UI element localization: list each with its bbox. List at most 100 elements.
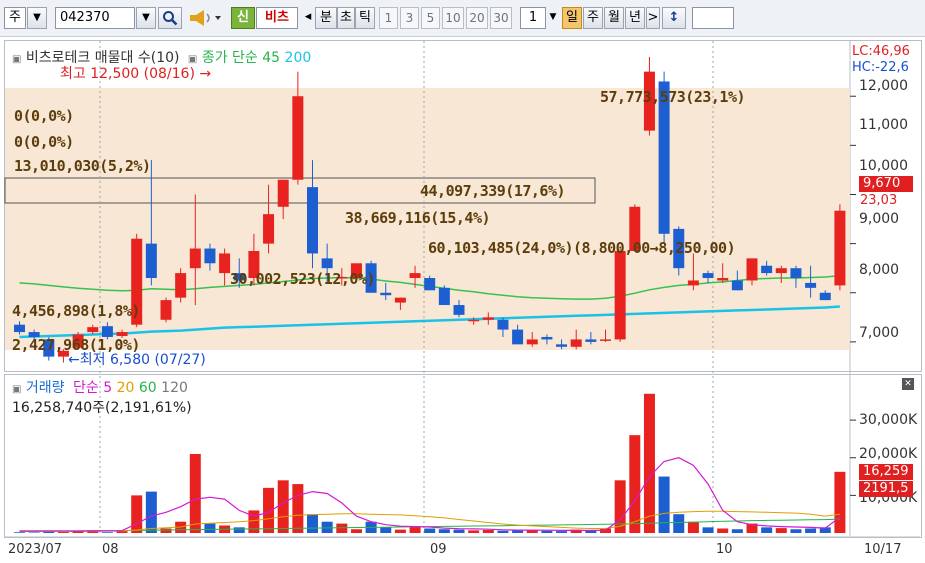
legend-square-icon: ▣: [12, 384, 22, 395]
candle-body: [834, 210, 846, 286]
volume-bar: [438, 529, 450, 533]
candle-body: [292, 96, 304, 180]
volume-bar: [658, 476, 670, 533]
candle-body: [277, 179, 289, 207]
x-axis-label: 2023/07: [8, 542, 63, 557]
candle-body: [175, 273, 187, 298]
volume-bar: [702, 527, 714, 533]
volume-bar: [28, 532, 40, 533]
hc-label: HC:-22,6: [852, 60, 909, 75]
volume-profile-label: 2,427,968(1,0%): [12, 336, 140, 354]
candle-body: [497, 319, 509, 330]
volume-bar: [468, 530, 480, 533]
candle-body: [145, 243, 157, 279]
candle-body: [600, 339, 611, 341]
volume-bar: [805, 528, 817, 533]
candle-body: [204, 248, 216, 264]
candle-body: [468, 319, 480, 322]
volume-bar: [453, 529, 465, 533]
volume-profile-label: 60,103,485(24,0%)(8,800,00→8,250,00): [428, 239, 736, 257]
volume-tick: 30,000K: [859, 412, 918, 428]
volume-bar: [160, 528, 172, 533]
volume-bar: [687, 521, 699, 533]
volume-bar: [248, 510, 260, 533]
x-axis-label: 08: [102, 542, 119, 557]
volume-bar: [761, 527, 773, 533]
legend-ma45: 45: [262, 50, 281, 66]
volume-bar: [307, 514, 318, 533]
candle-body: [409, 273, 421, 279]
candle-body: [526, 339, 538, 345]
high-price-label: 최고 12,500 (08/16) →: [60, 66, 212, 82]
candle-body: [761, 265, 773, 274]
candle-body: [717, 278, 729, 281]
volume-bar: [673, 514, 685, 533]
candle-body: [775, 268, 787, 274]
candle-body: [87, 327, 99, 333]
candle-body: [687, 280, 699, 286]
candle-body: [805, 282, 817, 288]
legend-vol-ma20: 20: [116, 380, 135, 396]
volume-bar: [189, 453, 201, 533]
candle-body: [731, 280, 743, 291]
candle-body: [380, 292, 392, 296]
candle-body: [482, 317, 494, 320]
volume-profile-label: 38,669,116(15,4%): [345, 209, 491, 227]
current-change-label: 23,03: [860, 193, 898, 208]
close-icon[interactable]: ✕: [902, 378, 914, 390]
volume-profile-label: 44,097,339(17,6%): [420, 182, 566, 200]
legend-vol-ma60: 60: [138, 380, 157, 396]
price-tick: 9,000: [859, 211, 900, 227]
volume-bar: [350, 529, 362, 533]
volume-bar: [497, 530, 509, 533]
candle-body: [512, 329, 524, 345]
volume-bar: [541, 530, 553, 533]
candle-body: [189, 248, 201, 269]
x-axis-label: 09: [430, 542, 447, 557]
volume-bar: [629, 435, 641, 533]
volume-profile-band: [5, 107, 850, 130]
volume-bar: [292, 484, 304, 533]
volume-bar: [717, 528, 729, 533]
volume-bar: [101, 532, 113, 533]
price-tick: 8,000: [859, 262, 900, 278]
candle-body: [819, 292, 831, 301]
x-axis-label: 10: [716, 542, 733, 557]
legend-vol-ma120: 120: [161, 380, 188, 396]
volume-legend: ▣ 거래량 단순 5 20 60 120: [12, 377, 188, 397]
volume-bar: [482, 529, 494, 533]
volume-bar: [43, 531, 55, 533]
volume-profile-label: 13,010,030(5,2%): [14, 157, 151, 175]
candle-body: [160, 300, 172, 320]
volume-profile-label: 4,456,898(1,8%): [12, 302, 140, 320]
candle-body: [746, 258, 758, 281]
volume-bar: [731, 529, 743, 533]
current-price-tag: 9,670: [859, 176, 913, 192]
volume-profile-label: 30,002,523(12,0%): [230, 270, 376, 288]
volume-bar: [834, 471, 846, 533]
price-tick: 12,000: [859, 78, 908, 94]
volume-bar: [14, 532, 25, 533]
price-tick: 11,000: [859, 117, 908, 133]
volume-profile-label: 0(0,0%): [14, 107, 74, 125]
volume-bar: [277, 480, 289, 533]
x-axis-label: 10/17: [864, 542, 902, 557]
candle-body: [570, 339, 582, 347]
volume-tick: 20,000K: [859, 446, 918, 462]
volume-profile-label: 0(0,0%): [14, 133, 74, 151]
current-volume-pct-tag: 2191,5: [859, 481, 913, 497]
stock-chart: [4, 41, 920, 538]
price-tick: 7,000: [859, 325, 900, 341]
candle-body: [219, 253, 231, 274]
candle-body: [453, 305, 465, 315]
candle-body: [790, 268, 802, 279]
volume-bar: [380, 527, 392, 533]
current-volume-tag: 16,259: [859, 464, 913, 480]
vol-ma5-line: [19, 457, 841, 532]
candle-body: [541, 336, 553, 340]
volume-bar: [204, 523, 216, 533]
legend-square-icon: ▣: [12, 54, 22, 65]
candle-body: [556, 344, 568, 347]
volume-bar: [336, 523, 348, 533]
volume-bar: [131, 495, 143, 533]
